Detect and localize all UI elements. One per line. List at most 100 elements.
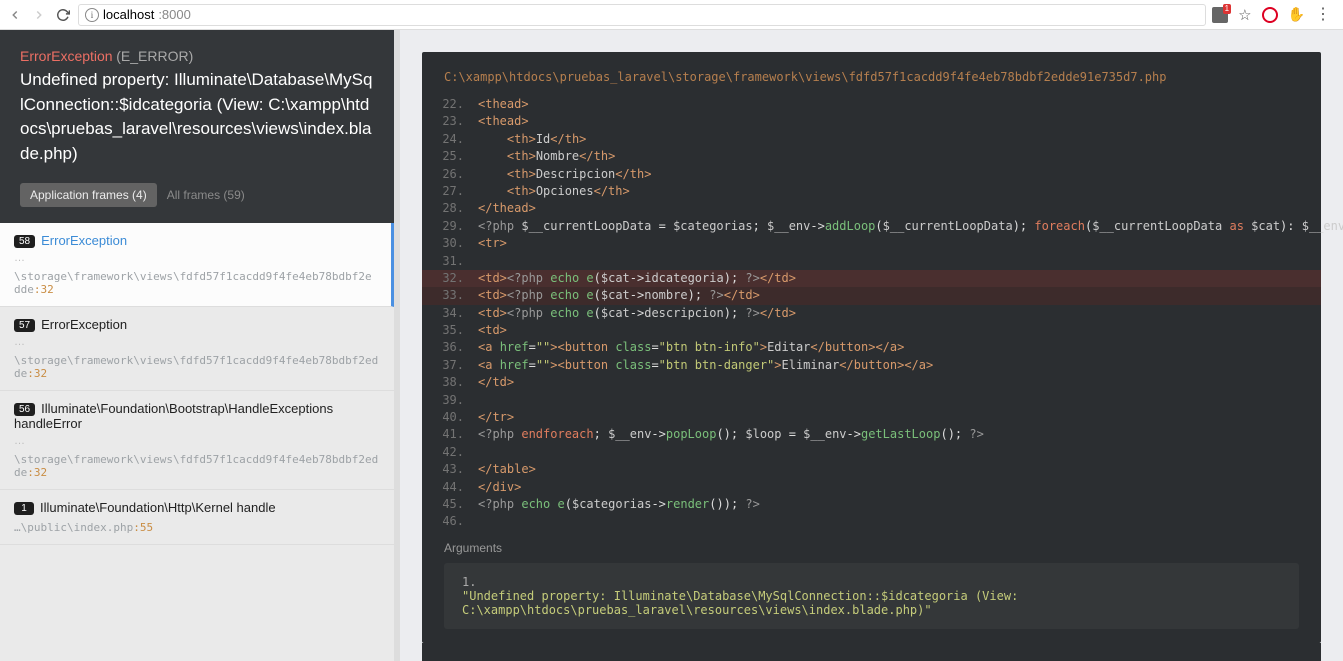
frame-path-prefix: …: [14, 435, 380, 447]
code-file-path: C:\xampp\htdocs\pruebas_laravel\storage\…: [422, 52, 1321, 96]
line-number: 33.: [422, 287, 478, 304]
url-host: localhost: [103, 7, 154, 22]
back-button[interactable]: [6, 6, 24, 24]
extension-icon[interactable]: 1: [1212, 7, 1228, 23]
frame-number: 58: [14, 235, 35, 248]
frame-path-prefix: …: [14, 252, 377, 264]
code-content: <?php $__currentLoopData = $categorias; …: [478, 218, 1343, 235]
forward-button[interactable]: [30, 6, 48, 24]
code-content: <thead>: [478, 113, 1321, 130]
code-line: 22.<thead>: [422, 96, 1321, 113]
address-bar[interactable]: i localhost :8000: [78, 4, 1206, 26]
frame-number: 56: [14, 403, 35, 416]
line-number: 42.: [422, 444, 478, 461]
line-number: 34.: [422, 305, 478, 322]
bookmark-star-icon[interactable]: ☆: [1238, 6, 1251, 24]
frame-number: 57: [14, 319, 35, 332]
code-line: 27. <th>Opciones</th>: [422, 183, 1321, 200]
line-number: 27.: [422, 183, 478, 200]
site-info-icon[interactable]: i: [85, 8, 99, 22]
frame-path-prefix: …: [14, 336, 380, 348]
line-number: 44.: [422, 479, 478, 496]
reload-button[interactable]: [54, 6, 72, 24]
line-number: 41.: [422, 426, 478, 443]
argument-number: 1.: [462, 575, 486, 589]
code-panel: C:\xampp\htdocs\pruebas_laravel\storage\…: [422, 52, 1321, 643]
code-content: <a href=""><button class="btn btn-danger…: [478, 357, 1321, 374]
code-content: <td><?php echo e($cat->nombre); ?></td>: [478, 287, 1321, 304]
code-content: [478, 392, 1321, 409]
frame-title: Illuminate\Foundation\Bootstrap\HandleEx…: [14, 401, 333, 431]
code-line: 25. <th>Nombre</th>: [422, 148, 1321, 165]
code-content: </table>: [478, 461, 1321, 478]
code-line: 39.: [422, 392, 1321, 409]
exception-class: ErrorException: [20, 48, 113, 64]
frames-list: 58 ErrorException … \storage\framework\view…: [0, 223, 394, 545]
toolbar-right: 1 ☆ ✋ ⋮: [1212, 6, 1337, 24]
code-line: 36.<a href=""><button class="btn btn-inf…: [422, 339, 1321, 356]
frame-path: \storage\framework\views\fdfd57f1cacdd9f…: [14, 453, 380, 479]
code-line: 34.<td><?php echo e($cat->descripcion); …: [422, 305, 1321, 322]
code-line: 26. <th>Descripcion</th>: [422, 166, 1321, 183]
line-number: 25.: [422, 148, 478, 165]
code-line: 35.<td>: [422, 322, 1321, 339]
code-content: </td>: [478, 374, 1321, 391]
line-number: 43.: [422, 461, 478, 478]
code-line: 43.</table>: [422, 461, 1321, 478]
opera-icon[interactable]: [1262, 7, 1278, 23]
right-panel: C:\xampp\htdocs\pruebas_laravel\storage\…: [400, 30, 1343, 661]
code-line: 31.: [422, 253, 1321, 270]
code-line: 46.: [422, 513, 1321, 530]
tab-application-frames[interactable]: Application frames (4): [20, 183, 157, 207]
code-content: </div>: [478, 479, 1321, 496]
stack-frame[interactable]: 56Illuminate\Foundation\Bootstrap\Handle…: [0, 391, 394, 490]
url-port: :8000: [158, 7, 191, 22]
code-line: 29.<?php $__currentLoopData = $categoria…: [422, 218, 1321, 235]
code-line: 37.<a href=""><button class="btn btn-dan…: [422, 357, 1321, 374]
line-number: 36.: [422, 339, 478, 356]
code-content: <a href=""><button class="btn btn-info">…: [478, 339, 1321, 356]
frame-path: …\public\index.php:55: [14, 521, 380, 534]
argument-value: "Undefined property: Illuminate\Database…: [462, 589, 1253, 617]
line-number: 35.: [422, 322, 478, 339]
line-number: 38.: [422, 374, 478, 391]
code-content: <?php endforeach; $__env->popLoop(); $lo…: [478, 426, 1321, 443]
code-line: 41.<?php endforeach; $__env->popLoop(); …: [422, 426, 1321, 443]
code-content: <td>: [478, 322, 1321, 339]
code-content: </tr>: [478, 409, 1321, 426]
frame-path: \storage\framework\views\fdfd57f1cacdd9f…: [14, 270, 377, 296]
line-number: 30.: [422, 235, 478, 252]
code-content: [478, 444, 1321, 461]
line-number: 29.: [422, 218, 478, 235]
code-content: <?php echo e($categorias->render()); ?>: [478, 496, 1321, 513]
hand-icon[interactable]: ✋: [1288, 6, 1305, 23]
code-line: 40.</tr>: [422, 409, 1321, 426]
stack-frame[interactable]: 57ErrorException…\storage\framework\view…: [0, 307, 394, 391]
stack-frame[interactable]: 58 ErrorException … \storage\framework\view…: [0, 223, 394, 307]
frame-title: ErrorException: [41, 233, 127, 248]
line-number: 32.: [422, 270, 478, 287]
code-content: <td><?php echo e($cat->idcategoria); ?><…: [478, 270, 1321, 287]
code-content: <thead>: [478, 96, 1321, 113]
stack-frame[interactable]: 1Illuminate\Foundation\Http\Kernel handl…: [0, 490, 394, 545]
frame-tabs: Application frames (4) All frames (59): [20, 183, 374, 207]
menu-dots-icon[interactable]: ⋮: [1315, 10, 1331, 20]
tab-all-frames[interactable]: All frames (59): [167, 183, 245, 207]
code-content: <th>Id</th>: [478, 131, 1321, 148]
code-content: </thead>: [478, 200, 1321, 217]
line-number: 24.: [422, 131, 478, 148]
arguments-box: 1. "Undefined property: Illuminate\Datab…: [444, 563, 1299, 629]
code-line: 32.<td><?php echo e($cat->idcategoria); …: [422, 270, 1321, 287]
line-number: 26.: [422, 166, 478, 183]
extension-badge: 1: [1223, 4, 1231, 14]
code-block: 22.<thead>23.<thead>24. <th>Id</th>25. <…: [422, 96, 1321, 531]
code-content: [478, 513, 1321, 530]
code-line: 44.</div>: [422, 479, 1321, 496]
line-number: 46.: [422, 513, 478, 530]
code-content: <tr>: [478, 235, 1321, 252]
line-number: 37.: [422, 357, 478, 374]
code-content: <td><?php echo e($cat->descripcion); ?><…: [478, 305, 1321, 322]
frame-path: \storage\framework\views\fdfd57f1cacdd9f…: [14, 354, 380, 380]
error-header: ErrorException (E_ERROR) Undefined prope…: [0, 30, 394, 223]
frame-number: 1: [14, 502, 34, 515]
